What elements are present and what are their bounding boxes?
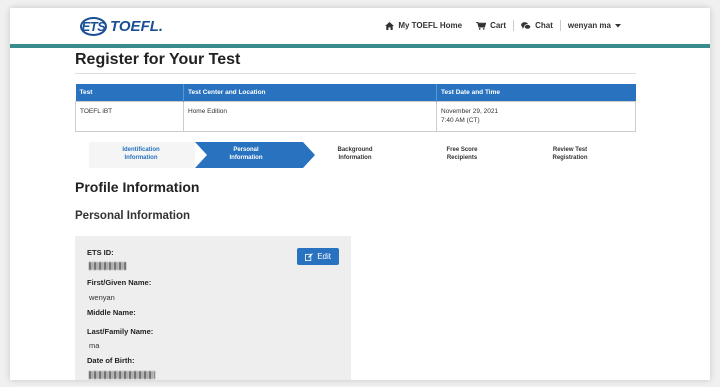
first-name-label: First/Given Name: — [87, 278, 152, 287]
header-nav: My TOEFL Home Cart Chat wenyan ma — [378, 20, 628, 31]
chat-link[interactable]: Chat — [514, 21, 560, 30]
step-review-test-registration: Review Test Registration — [525, 147, 615, 163]
ets-toefl-logo[interactable]: ETS TOEFL. — [80, 17, 163, 36]
step-label-line2: Recipients — [446, 154, 478, 161]
cart-link[interactable]: Cart — [469, 21, 513, 30]
chat-icon — [521, 21, 532, 29]
page-title: Register for Your Test — [75, 48, 636, 74]
edit-icon — [305, 252, 314, 261]
cart-icon — [476, 21, 487, 30]
cell-location: Home Edition — [183, 101, 437, 132]
user-menu-dropdown[interactable]: wenyan ma — [561, 21, 628, 30]
edit-button-label: Edit — [317, 252, 331, 261]
chat-link-label: Chat — [535, 21, 553, 30]
redacted-date-of-birth — [89, 371, 155, 379]
step-personal-information[interactable]: Personal Information — [200, 147, 292, 163]
table-row: TOEFL iBT Home Edition November 29, 2021… — [75, 101, 636, 132]
step-label-line2: Information — [229, 154, 263, 161]
last-name-value: ma — [89, 341, 100, 350]
test-time: 7:40 AM (CT) — [441, 117, 480, 125]
step-label-line1: Background — [337, 146, 373, 153]
step-label-line1: Identification — [122, 146, 160, 153]
ets-id-label: ETS ID: — [87, 248, 114, 257]
column-header-date: Test Date and Time — [436, 84, 636, 102]
user-name: wenyan ma — [567, 21, 611, 30]
caret-down-icon — [615, 23, 621, 27]
home-link-label: My TOEFL Home — [398, 21, 463, 30]
registration-summary-table: Test Test Center and Location Test Date … — [75, 84, 636, 132]
step-label-line1: Review Test — [552, 146, 588, 153]
step-background-information: Background Information — [311, 147, 399, 163]
toefl-logo-text: TOEFL. — [110, 18, 164, 35]
first-name-value: wenyan — [89, 293, 115, 302]
date-of-birth-label: Date of Birth: — [87, 356, 135, 365]
ets-logo-mark: ETS — [80, 17, 107, 36]
step-free-score-recipients: Free Score Recipients — [420, 147, 504, 163]
step-label-line2: Information — [338, 154, 372, 161]
step-label-line2: Registration — [552, 154, 588, 161]
personal-info-heading: Personal Information — [75, 209, 191, 222]
my-toefl-home-link[interactable]: My TOEFL Home — [378, 21, 469, 30]
middle-name-label: Middle Name: — [87, 308, 136, 317]
cell-date-time: November 29, 2021 7:40 AM (CT) — [436, 101, 636, 132]
page-card: ETS TOEFL. My TOEFL Home Cart Chat wenya… — [10, 8, 710, 380]
personal-info-panel: Edit ETS ID: First/Given Name: wenyan Mi… — [75, 236, 351, 380]
step-identification-information[interactable]: Identification Information — [95, 147, 187, 163]
cell-test: TOEFL iBT — [75, 101, 184, 132]
edit-button[interactable]: Edit — [297, 248, 339, 265]
step-label-line2: Information — [124, 154, 158, 161]
home-icon — [385, 21, 395, 30]
test-date: November 29, 2021 — [441, 108, 499, 115]
main-content: Register for Your Test Test Test Center … — [75, 48, 636, 380]
column-header-test: Test — [75, 84, 184, 102]
last-name-label: Last/Family Name: — [87, 327, 154, 336]
registration-progress-steps: Identification Information Personal Info… — [75, 141, 636, 168]
table-header-row: Test Test Center and Location Test Date … — [75, 84, 636, 102]
step-label-line1: Free Score — [446, 146, 478, 153]
redacted-ets-id — [89, 262, 126, 270]
cart-link-label: Cart — [490, 21, 507, 30]
step-label-line1: Personal — [233, 146, 259, 153]
profile-heading: Profile Information — [75, 178, 200, 195]
column-header-location: Test Center and Location — [183, 84, 437, 102]
top-navigation: ETS TOEFL. My TOEFL Home Cart Chat wenya… — [10, 8, 710, 44]
